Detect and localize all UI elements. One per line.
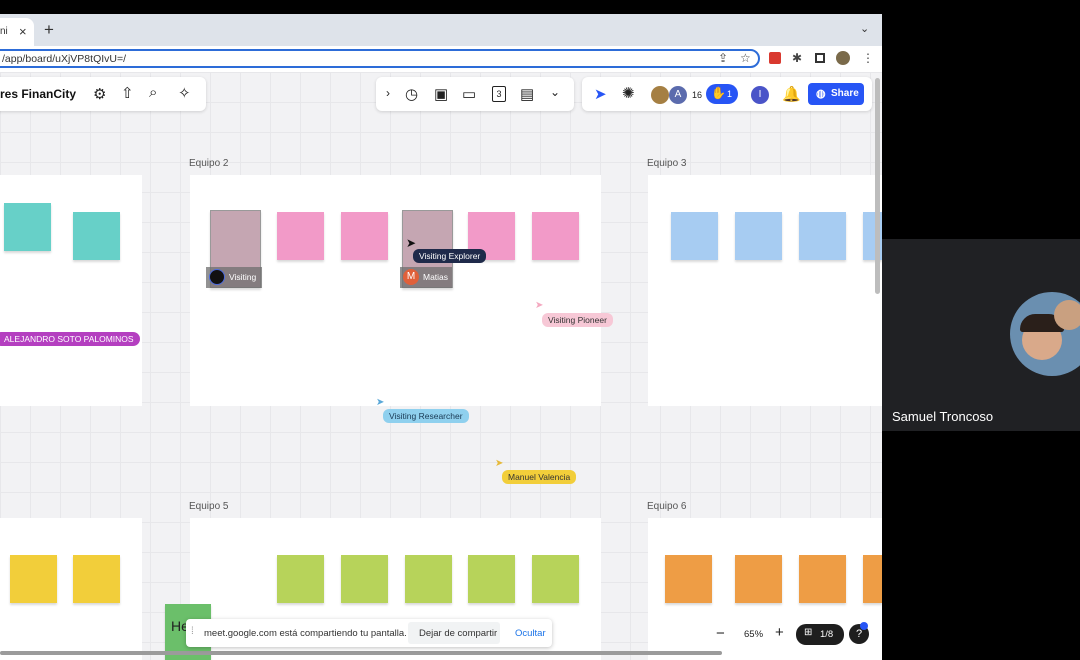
- participant-count[interactable]: 16: [692, 90, 702, 100]
- present-icon[interactable]: ▭: [462, 85, 476, 103]
- sticky-note[interactable]: [468, 555, 515, 603]
- tab-close-icon[interactable]: ×: [19, 24, 27, 39]
- upload-icon[interactable]: ⇧: [121, 84, 134, 102]
- sticky-note[interactable]: [73, 212, 120, 260]
- profile-avatar[interactable]: [836, 51, 850, 65]
- sticky-note[interactable]: [863, 555, 882, 603]
- sticky-note[interactable]: [341, 555, 388, 603]
- chevron-right-icon[interactable]: ›: [386, 86, 390, 100]
- page-indicator[interactable]: ⊞ 1/8: [796, 624, 844, 645]
- avatar[interactable]: [651, 86, 669, 104]
- browser-tab[interactable]: ni ×: [0, 18, 34, 46]
- user-avatar[interactable]: I: [751, 86, 769, 104]
- frame-icon[interactable]: ▣: [434, 85, 448, 103]
- frame-label[interactable]: Equipo 5: [189, 501, 228, 512]
- user-tag-label: Matias: [423, 272, 449, 282]
- cursor-pointer-icon: ➤: [535, 300, 544, 311]
- sticky-note[interactable]: [341, 212, 388, 260]
- sticky-note[interactable]: [277, 555, 324, 603]
- sticky-note[interactable]: [405, 555, 452, 603]
- sticky-note[interactable]: [73, 555, 120, 603]
- share-button[interactable]: ◍ Share: [808, 83, 864, 105]
- sticky-note[interactable]: [10, 555, 57, 603]
- cursor-label: Manuel Valencia: [502, 470, 577, 484]
- globe-icon: ◍: [816, 88, 826, 100]
- avatar: [209, 269, 225, 285]
- frame-label[interactable]: Equipo 2: [189, 158, 228, 169]
- puzzle-icon[interactable]: ✱: [792, 51, 802, 65]
- share-label: Share: [831, 88, 859, 99]
- cursor-label: Visiting Explorer: [413, 249, 487, 263]
- horizontal-scrollbar[interactable]: [0, 651, 722, 655]
- expand-icon[interactable]: ⌄: [550, 85, 560, 99]
- share-page-icon[interactable]: ⇪: [718, 51, 728, 65]
- frame-label[interactable]: Equipo 6: [647, 501, 686, 512]
- avatar[interactable]: A: [669, 86, 687, 104]
- child-face-shape: [1054, 300, 1080, 330]
- extension-icon[interactable]: [769, 52, 781, 64]
- bell-icon[interactable]: 🔔: [782, 85, 801, 103]
- tab-title: ni: [0, 26, 8, 37]
- sticky-note[interactable]: [735, 555, 782, 603]
- hand-icon: ✋: [711, 86, 726, 100]
- chevron-down-icon[interactable]: ⌄: [860, 22, 869, 35]
- stop-sharing-label: Dejar de compartir: [419, 628, 498, 639]
- cursor-follow-icon[interactable]: ➤: [594, 85, 607, 103]
- menu-icon[interactable]: ⋮: [862, 51, 874, 65]
- user-tag-label: Visiting: [229, 272, 257, 282]
- reaction-icon[interactable]: ✺: [622, 84, 635, 102]
- zoom-in-button[interactable]: +: [775, 624, 784, 641]
- participant-name: Samuel Troncoso: [892, 409, 994, 424]
- browser-tab-strip: [0, 14, 882, 46]
- notification-dot: [860, 622, 868, 630]
- gear-icon[interactable]: ⚙: [93, 85, 106, 103]
- sticky-note[interactable]: [671, 212, 718, 260]
- number-icon[interactable]: 3: [492, 86, 506, 102]
- cursor-label: Visiting Researcher: [383, 409, 469, 423]
- vertical-scrollbar[interactable]: [875, 78, 880, 294]
- cursor-pointer-icon: ➤: [376, 397, 385, 408]
- sticky-note[interactable]: [735, 212, 782, 260]
- page-count: 1/8: [820, 629, 834, 640]
- star-icon[interactable]: ☆: [740, 51, 751, 65]
- avatar: M: [403, 269, 419, 285]
- cursor-pointer-icon: ➤: [495, 458, 504, 469]
- cursor-label: Visiting Pioneer: [542, 313, 613, 327]
- url-field[interactable]: /app/board/uXjVP8tQIvU=/: [0, 49, 760, 68]
- board-title[interactable]: res FinanCity: [0, 87, 76, 101]
- notes-icon[interactable]: ▤: [520, 85, 534, 103]
- cursor-pointer-icon: ➤: [406, 236, 417, 250]
- team-frame[interactable]: [648, 175, 882, 406]
- hide-button[interactable]: Ocultar: [515, 628, 546, 639]
- pages-icon: ⊞: [804, 627, 813, 638]
- new-tab-icon[interactable]: +: [44, 20, 54, 40]
- raise-hand-button[interactable]: ✋ 1: [706, 84, 738, 104]
- timer-icon[interactable]: ◷: [405, 85, 418, 103]
- sticky-note[interactable]: [4, 203, 51, 251]
- drag-handle-icon[interactable]: ⁞: [191, 626, 194, 637]
- user-tag[interactable]: Visiting: [206, 267, 262, 288]
- url-text: /app/board/uXjVP8tQIvU=/: [2, 53, 127, 65]
- magic-icon[interactable]: ✧: [178, 84, 191, 102]
- sidepanel-icon[interactable]: [815, 53, 825, 63]
- screen-share-bar: ⁞ meet.google.com está compartiendo tu p…: [186, 619, 552, 647]
- zoom-out-button[interactable]: −: [716, 625, 725, 642]
- user-tag[interactable]: M Matias: [400, 267, 452, 288]
- sticky-note[interactable]: [532, 212, 579, 260]
- sticky-note[interactable]: [665, 555, 712, 603]
- search-icon[interactable]: ⌕: [149, 84, 157, 101]
- sharing-text: meet.google.com está compartiendo tu pan…: [204, 628, 407, 639]
- sticky-note[interactable]: [799, 212, 846, 260]
- sticky-note[interactable]: [532, 555, 579, 603]
- hand-count: 1: [727, 89, 733, 99]
- stop-sharing-button[interactable]: Dejar de compartir: [408, 622, 500, 644]
- sticky-note[interactable]: [277, 212, 324, 260]
- sticky-note[interactable]: [799, 555, 846, 603]
- zoom-level[interactable]: 65%: [744, 629, 763, 640]
- top-black-bar: [0, 0, 1080, 14]
- frame-label[interactable]: Equipo 3: [647, 158, 686, 169]
- name-tag[interactable]: ALEJANDRO SOTO PALOMINOS: [0, 332, 140, 346]
